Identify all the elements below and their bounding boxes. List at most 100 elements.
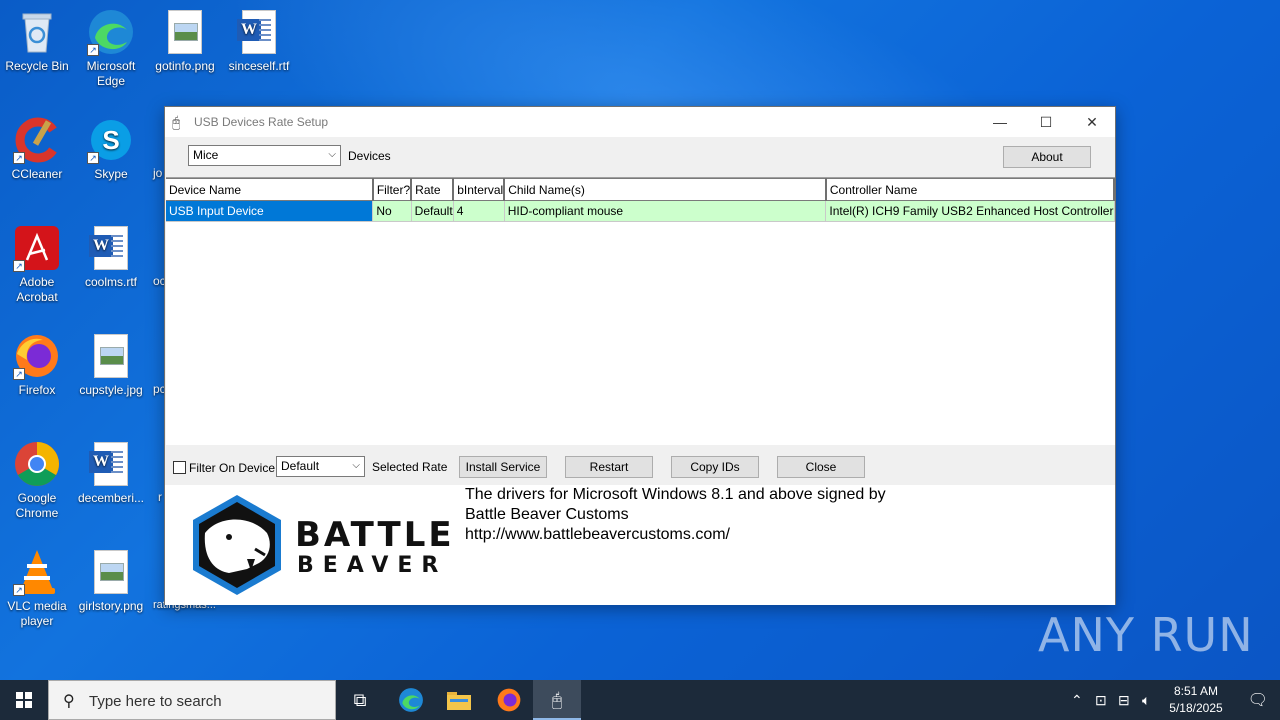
cell-controller-name[interactable]: Intel(R) ICH9 Family USB2 Enhanced Host …: [825, 200, 1115, 222]
shortcut-arrow-icon: ↗: [13, 152, 25, 164]
shortcut-arrow-icon: ↗: [13, 584, 25, 596]
minimize-button[interactable]: —: [977, 107, 1023, 137]
desktop-icon-sinceself[interactable]: W sinceself.rtf: [222, 8, 296, 74]
clock-time: 8:51 AM: [1173, 684, 1219, 698]
shortcut-arrow-icon: ↗: [13, 368, 25, 380]
column-header-rate[interactable]: Rate: [411, 178, 455, 201]
maximize-button[interactable]: ☐: [1023, 107, 1069, 137]
cell-binterval[interactable]: 4: [453, 200, 505, 222]
cell-device-name[interactable]: USB Input Device: [166, 200, 374, 222]
device-type-select[interactable]: Mice ⌵: [188, 145, 341, 166]
desktop-icon-recycle-bin[interactable]: Recycle Bin: [0, 8, 74, 74]
taskbar-firefox-icon[interactable]: [485, 680, 533, 720]
chrome-icon: [13, 440, 61, 488]
vlc-icon: ↗: [13, 548, 61, 596]
word-document-icon: W: [89, 442, 128, 486]
column-header-device-name[interactable]: Device Name: [166, 178, 374, 201]
column-header-binterval[interactable]: bInterval: [453, 178, 506, 201]
column-header-child-names[interactable]: Child Name(s): [504, 178, 827, 201]
desktop-icon-chrome[interactable]: Google Chrome: [0, 440, 74, 521]
desktop-icon-firefox[interactable]: ↗ Firefox: [0, 332, 74, 398]
anyrun-watermark: ANY RUN: [1038, 608, 1254, 662]
copy-ids-button[interactable]: Copy IDs: [671, 456, 759, 478]
start-button[interactable]: [0, 680, 48, 720]
taskbar-clock[interactable]: 8:51 AM 5/18/2025: [1164, 683, 1228, 717]
taskbar-usb-rate-setup-icon[interactable]: 🖰: [533, 680, 581, 720]
desktop-icon-decemberi[interactable]: W decemberi...: [74, 440, 148, 506]
brand-name-line1: BATTLE: [295, 515, 455, 555]
taskbar-search-box[interactable]: ⚲ Type here to search: [48, 680, 336, 720]
desktop-icon-acrobat[interactable]: ↗ Adobe Acrobat: [0, 224, 74, 305]
column-header-filter[interactable]: Filter?: [372, 178, 413, 201]
cell-rate[interactable]: Default: [411, 200, 454, 222]
install-service-button[interactable]: Install Service: [459, 456, 547, 478]
ccleaner-icon: ↗: [13, 116, 61, 164]
filter-on-device-checkbox[interactable]: [173, 461, 186, 474]
shortcut-arrow-icon: ↗: [13, 260, 25, 272]
word-document-icon: W: [89, 226, 128, 270]
desktop-icon-label: CCleaner: [11, 167, 63, 181]
acrobat-icon: ↗: [13, 224, 61, 272]
shortcut-arrow-icon: ↗: [87, 152, 99, 164]
task-view-icon[interactable]: ⧉: [336, 680, 384, 720]
selected-rate-label: Selected Rate: [372, 460, 448, 474]
battle-beaver-logo-icon: [189, 493, 285, 597]
rate-select[interactable]: Default ⌵: [276, 456, 365, 477]
column-header-controller-name[interactable]: Controller Name: [825, 178, 1116, 201]
desktop-icon-label: gotinfo.png: [155, 59, 215, 73]
taskbar-edge-icon[interactable]: [387, 680, 435, 720]
info-line-2: Battle Beaver Customs: [465, 506, 629, 523]
desktop-icon-label: cupstyle.jpg: [79, 383, 143, 397]
driver-info-text: The drivers for Microsoft Windows 8.1 an…: [465, 485, 886, 545]
device-type-select-value: Mice: [193, 148, 219, 162]
title-bar[interactable]: 🖰 USB Devices Rate Setup — ☐ ✕: [165, 107, 1115, 137]
desktop-icon-partial-label: r: [158, 490, 162, 504]
desktop-icon-label: Google Chrome: [15, 491, 59, 520]
image-file-icon: [94, 334, 128, 378]
desktop-icon-label: sinceself.rtf: [228, 59, 290, 73]
table-header-row: Device Name Filter? Rate bInterval Child…: [166, 178, 1116, 201]
desktop-icon-gotinfo[interactable]: gotinfo.png: [148, 8, 222, 74]
info-url-link[interactable]: http://www.battlebeavercustoms.com/: [465, 525, 886, 545]
cell-filter[interactable]: No: [372, 200, 412, 222]
desktop-icon-label: girlstory.png: [78, 599, 144, 613]
cell-child-names[interactable]: HID-compliant mouse: [504, 200, 827, 222]
devices-label: Devices: [348, 149, 391, 163]
word-document-icon: W: [237, 10, 276, 54]
rate-select-value: Default: [281, 459, 320, 473]
usb-devices-rate-setup-window: 🖰 USB Devices Rate Setup — ☐ ✕ Mice ⌵ De…: [164, 106, 1116, 605]
desktop-icon-cupstyle[interactable]: cupstyle.jpg: [74, 332, 148, 398]
desktop-icon-skype[interactable]: S ↗ Skype: [74, 116, 148, 182]
device-tray-icon[interactable]: ⊡: [1095, 680, 1107, 720]
search-placeholder: Type here to search: [89, 693, 222, 710]
skype-icon: S ↗: [87, 116, 135, 164]
volume-icon[interactable]: 🔈︎: [1142, 680, 1150, 720]
desktop-icon-ccleaner[interactable]: ↗ CCleaner: [0, 116, 74, 182]
network-icon[interactable]: ⊟: [1118, 680, 1130, 720]
device-table[interactable]: Device Name Filter? Rate bInterval Child…: [166, 177, 1116, 445]
desktop-icon-vlc[interactable]: ↗ VLC media player: [0, 548, 74, 629]
desktop-icon-label: Skype: [94, 167, 128, 181]
show-hidden-icons-chevron-icon[interactable]: ⌃: [1071, 680, 1083, 720]
table-row[interactable]: USB Input Device No Default 4 HID-compli…: [166, 200, 1115, 222]
taskbar: ⚲ Type here to search ⧉ 🖰 ⌃ ⊡ ⊟ 🔈︎ 8:51 …: [0, 680, 1280, 720]
desktop-icon-partial-label: jo: [153, 166, 163, 180]
desktop-icon-coolms[interactable]: W coolms.rtf: [74, 224, 148, 290]
desktop-icon-label: VLC media player: [7, 599, 67, 628]
image-file-icon: [94, 550, 128, 594]
desktop-icon-edge[interactable]: ↗ Microsoft Edge: [74, 8, 148, 89]
close-window-button[interactable]: ✕: [1069, 107, 1115, 137]
brand-name-line2: BEAVER: [297, 553, 448, 578]
windows-logo-icon: [16, 692, 32, 708]
desktop-icon-label: Recycle Bin: [5, 59, 69, 73]
taskbar-file-explorer-icon[interactable]: [435, 680, 483, 720]
search-icon: ⚲: [63, 693, 75, 710]
edge-icon: ↗: [87, 8, 135, 56]
about-button[interactable]: About: [1003, 146, 1091, 168]
notification-center-icon[interactable]: 🗨︎: [1248, 690, 1268, 710]
filter-on-device-label: Filter On Device: [189, 461, 276, 475]
close-button[interactable]: Close: [777, 456, 865, 478]
desktop-icon-label: Microsoft Edge: [86, 59, 136, 88]
restart-button[interactable]: Restart: [565, 456, 653, 478]
desktop-icon-girlstory[interactable]: girlstory.png: [74, 548, 148, 614]
